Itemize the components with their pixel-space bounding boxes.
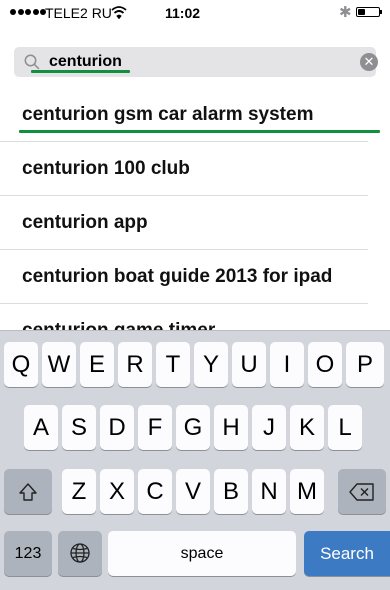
key-y[interactable]: Y	[194, 342, 228, 387]
shift-key[interactable]	[4, 469, 52, 514]
key-g[interactable]: G	[176, 405, 210, 450]
backspace-key[interactable]	[338, 469, 386, 514]
key-e[interactable]: E	[80, 342, 114, 387]
key-t[interactable]: T	[156, 342, 190, 387]
suggestion-item[interactable]: centurion app	[0, 195, 368, 249]
search-icon	[24, 54, 40, 70]
suggestion-item[interactable]: centurion boat guide 2013 for ipad	[0, 249, 368, 303]
key-b[interactable]: B	[214, 469, 248, 514]
shift-icon	[19, 483, 37, 501]
clear-icon[interactable]: ✕	[360, 53, 378, 71]
battery-level	[358, 9, 365, 15]
wifi-icon	[111, 6, 127, 19]
clock: 11:02	[165, 5, 201, 21]
key-m[interactable]: M	[290, 469, 324, 514]
key-w[interactable]: W	[42, 342, 76, 387]
bluetooth-icon: ✱	[339, 4, 352, 21]
suggestion-item[interactable]: centurion gsm car alarm system	[0, 88, 368, 141]
suggestion-list: centurion gsm car alarm system centurion…	[0, 88, 390, 357]
key-f[interactable]: F	[138, 405, 172, 450]
globe-icon	[70, 543, 90, 563]
signal-strength-icon	[10, 9, 46, 15]
key-v[interactable]: V	[176, 469, 210, 514]
key-c[interactable]: C	[138, 469, 172, 514]
key-a[interactable]: A	[24, 405, 58, 450]
key-o[interactable]: O	[308, 342, 342, 387]
key-l[interactable]: L	[328, 405, 362, 450]
space-key[interactable]: space	[108, 531, 296, 576]
carrier-name: TELE2 RU	[45, 5, 112, 21]
key-j[interactable]: J	[252, 405, 286, 450]
screen: TELE2 RU 11:02 ✱ ✕ centurion gsm car ala…	[0, 0, 390, 590]
key-q[interactable]: Q	[4, 342, 38, 387]
status-bar: TELE2 RU 11:02 ✱	[0, 0, 390, 28]
key-s[interactable]: S	[62, 405, 96, 450]
search-query-highlight	[31, 70, 130, 73]
backspace-icon	[349, 483, 374, 501]
key-d[interactable]: D	[100, 405, 134, 450]
suggestion-item[interactable]: centurion 100 club	[0, 141, 368, 195]
key-r[interactable]: R	[118, 342, 152, 387]
key-u[interactable]: U	[232, 342, 266, 387]
battery-icon	[356, 7, 380, 17]
key-i[interactable]: I	[270, 342, 304, 387]
battery-tip	[380, 10, 382, 14]
key-z[interactable]: Z	[62, 469, 96, 514]
search-key[interactable]: Search	[304, 531, 390, 576]
key-x[interactable]: X	[100, 469, 134, 514]
key-k[interactable]: K	[290, 405, 324, 450]
key-h[interactable]: H	[214, 405, 248, 450]
globe-key[interactable]	[58, 531, 102, 576]
numbers-key[interactable]: 123	[4, 531, 52, 576]
suggestion-highlight	[19, 130, 380, 133]
key-n[interactable]: N	[252, 469, 286, 514]
keyboard: Q W E R T Y U I O P A S D F G H J K L Z …	[0, 330, 390, 590]
key-p[interactable]: P	[346, 342, 384, 387]
